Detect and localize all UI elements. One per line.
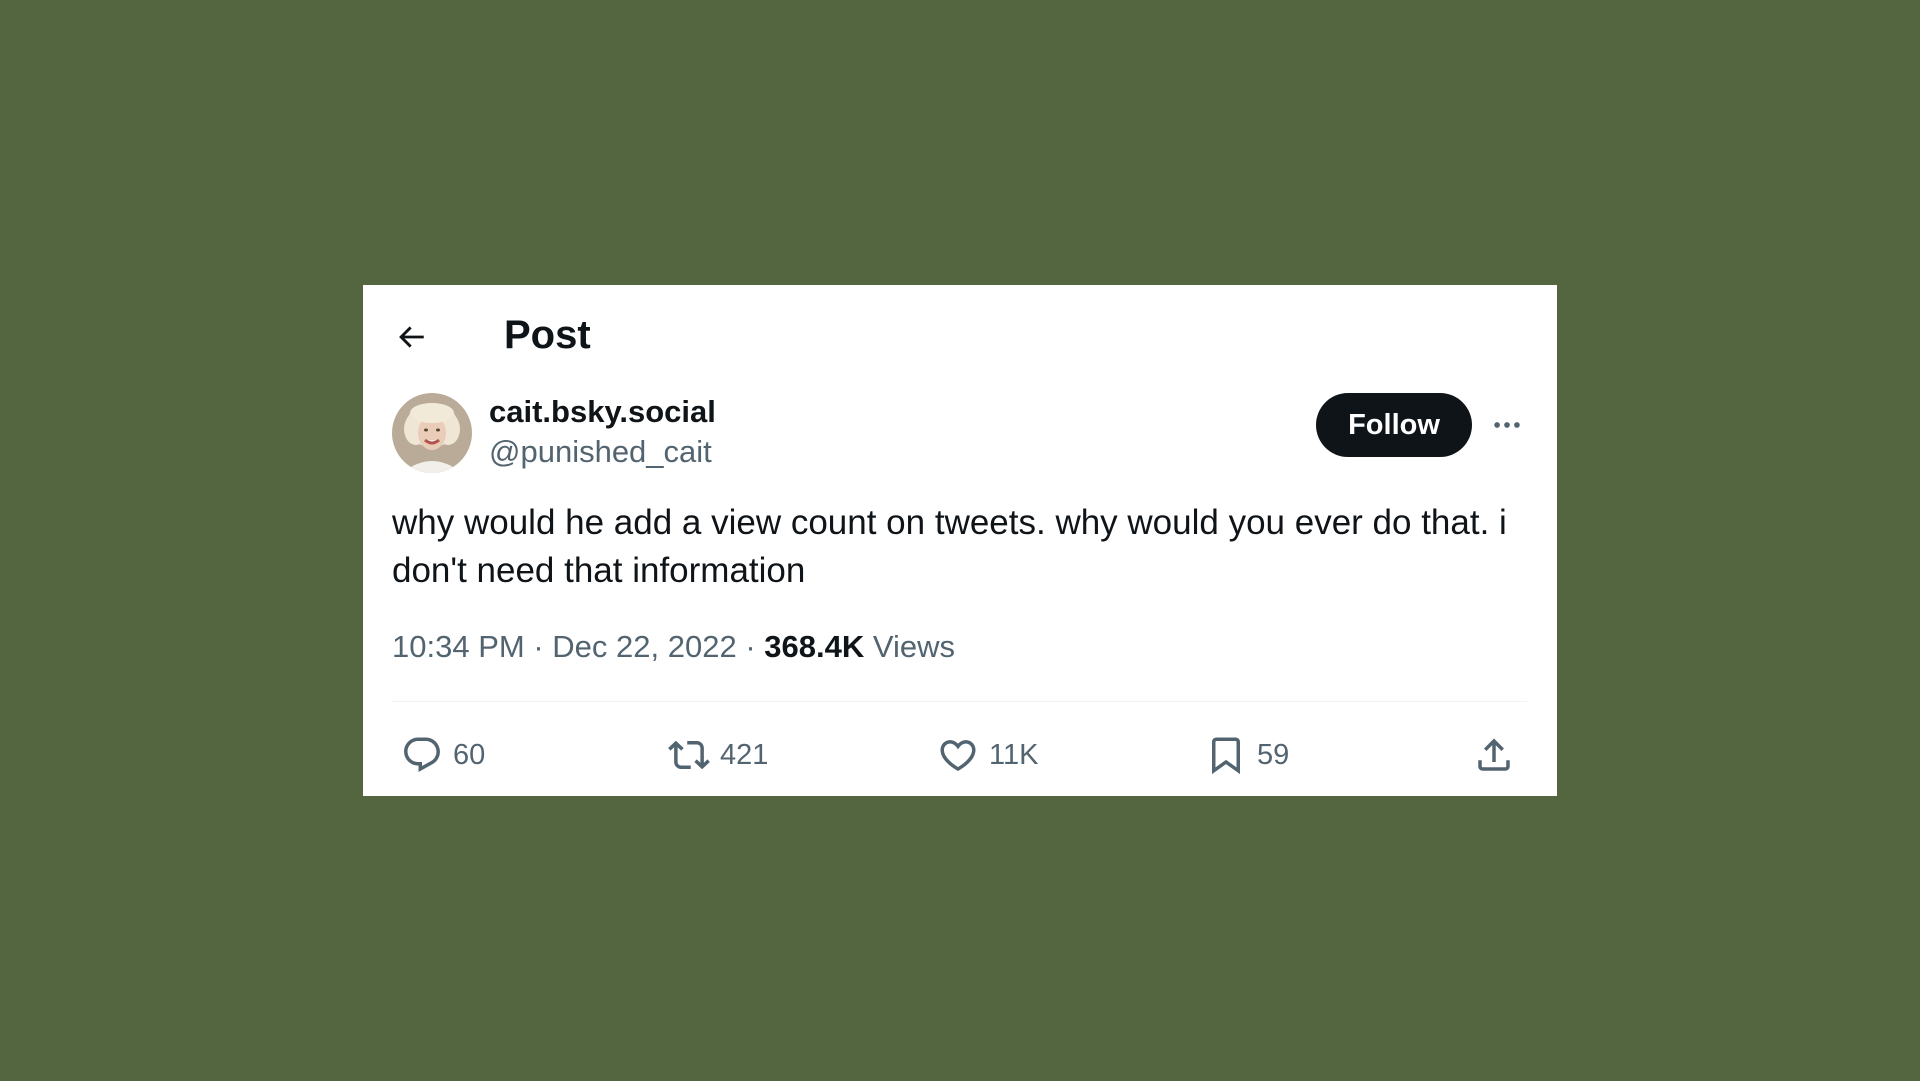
retweet-button[interactable]: 421 <box>668 725 768 785</box>
retweet-icon <box>668 740 710 770</box>
retweet-count: 421 <box>720 738 769 771</box>
author-display-name[interactable]: cait.bsky.social <box>489 393 716 432</box>
post-card: Post cait.bsky.social @punished_cait Fol… <box>363 285 1557 796</box>
post-header: Post <box>363 285 1557 385</box>
author-handle[interactable]: @punished_cait <box>489 433 712 472</box>
bookmark-icon <box>1212 737 1240 775</box>
avatar-photo <box>392 393 472 473</box>
page-title: Post <box>504 313 591 357</box>
views-label[interactable]: Views <box>873 629 955 664</box>
meta-separator: · <box>745 629 756 664</box>
follow-button[interactable]: Follow <box>1316 393 1472 457</box>
divider <box>392 701 1527 702</box>
reply-icon <box>404 737 440 772</box>
like-count: 11K <box>989 738 1039 771</box>
more-options-button[interactable] <box>1485 403 1529 447</box>
more-dots-icon <box>1494 422 1520 428</box>
reply-count: 60 <box>453 738 486 771</box>
bookmark-count: 59 <box>1257 738 1290 771</box>
tweet-time[interactable]: 10:34 PM <box>392 629 525 664</box>
heart-icon <box>940 740 976 772</box>
tweet-text: why would he add a view count on tweets.… <box>392 503 1507 590</box>
views-count[interactable]: 368.4K <box>764 629 864 664</box>
like-button[interactable]: 11K <box>937 725 1038 785</box>
avatar[interactable] <box>392 393 472 473</box>
bookmark-button[interactable]: 59 <box>1205 725 1289 785</box>
tweet-date[interactable]: Dec 22, 2022 <box>552 629 736 664</box>
reply-button[interactable]: 60 <box>401 725 485 785</box>
share-icon <box>1478 738 1510 771</box>
action-bar: 60 421 11K 59 <box>363 725 1557 785</box>
arrow-left-icon <box>399 326 424 348</box>
tweet-meta: 10:34 PM · Dec 22, 2022 · 368.4K Views <box>392 628 955 665</box>
share-button[interactable] <box>1473 725 1515 785</box>
meta-separator: · <box>533 629 544 664</box>
back-button[interactable] <box>391 317 431 357</box>
